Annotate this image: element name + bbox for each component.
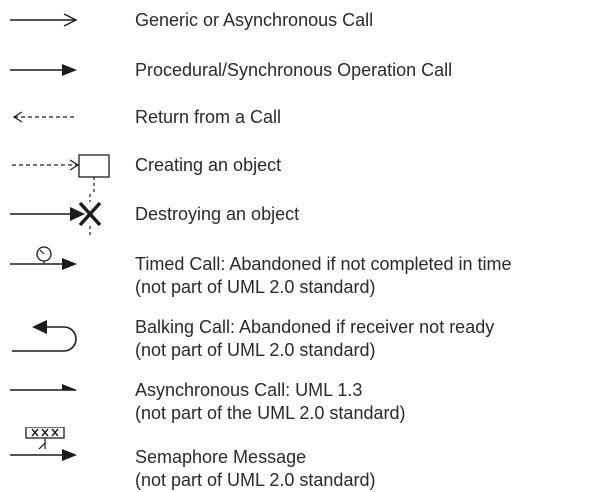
legend-label-note: (not part of UML 2.0 standard) (135, 340, 376, 360)
balking-call-u-turn-arrow-icon (12, 320, 77, 352)
timed-call-clock-arrow-icon (10, 246, 77, 270)
legend-label-line: Generic or Asynchronous Call (135, 10, 374, 30)
dashed-return-arrow-icon (12, 111, 75, 123)
uml-message-notation-legend: Generic or Asynchronous Call Procedural/… (0, 0, 603, 492)
legend-label-note: (not part of UML 2.0 standard) (135, 470, 376, 490)
filled-arrow-icon (10, 64, 77, 76)
legend-label-synchronous-call: Procedural/Synchronous Operation Call (135, 59, 452, 82)
legend-label-generic-call: Generic or Asynchronous Call (135, 9, 373, 32)
legend-label-return: Return from a Call (135, 106, 281, 129)
legend-label-line: Asynchronous Call: UML 1.3 (135, 380, 363, 400)
legend-label-line: Procedural/Synchronous Operation Call (135, 60, 453, 80)
legend-label-balking-call: Balking Call: Abandoned if receiver not … (135, 316, 494, 362)
legend-label-line: Balking Call: Abandoned if receiver not … (135, 317, 495, 337)
legend-label-timed-call: Timed Call: Abandoned if not completed i… (135, 253, 512, 299)
legend-label-note: (not part of the UML 2.0 standard) (135, 403, 406, 423)
legend-label-line: Creating an object (135, 155, 282, 175)
create-object-icon (12, 154, 110, 193)
legend-label-async-uml13: Asynchronous Call: UML 1.3 (not part of … (135, 379, 405, 425)
legend-label-create-object: Creating an object (135, 154, 281, 177)
legend-label-semaphore-message: Semaphore Message (not part of UML 2.0 s… (135, 446, 375, 492)
legend-label-note: (not part of UML 2.0 standard) (135, 277, 376, 297)
destroy-object-icon (10, 194, 102, 238)
legend-label-line: Timed Call: Abandoned if not completed i… (135, 254, 512, 274)
legend-label-line: Destroying an object (135, 204, 300, 224)
semaphore-flag-arrow-icon (10, 427, 77, 461)
half-arrow-icon (10, 384, 77, 391)
legend-label-destroy-object: Destroying an object (135, 203, 299, 226)
legend-label-line: Return from a Call (135, 107, 282, 127)
open-arrow-icon (10, 13, 78, 27)
legend-label-line: Semaphore Message (135, 447, 307, 467)
